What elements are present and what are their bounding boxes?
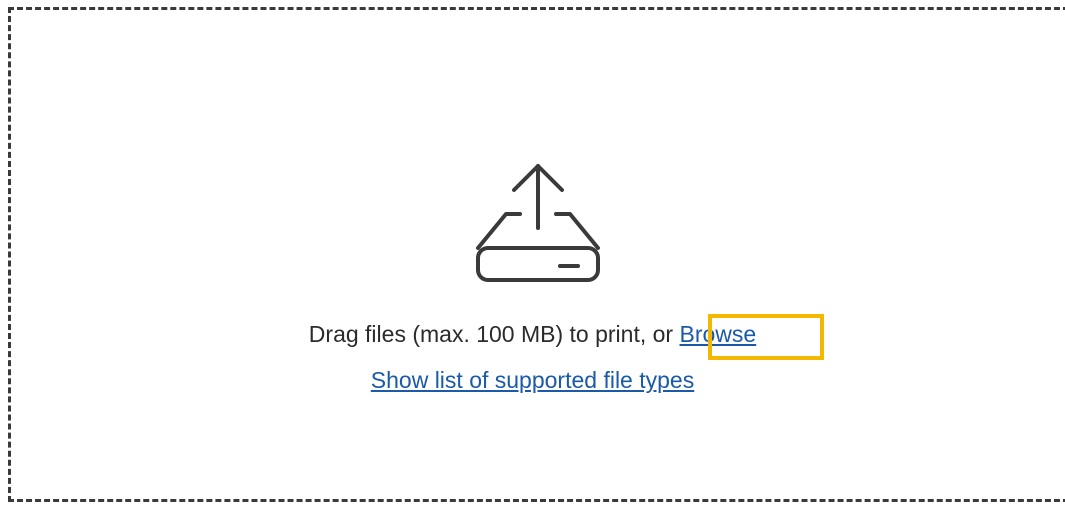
upload-tray-icon xyxy=(476,164,600,282)
instruction-text: Drag files (max. 100 MB) to print, or xyxy=(308,321,674,347)
supported-types-row: Show list of supported file types xyxy=(0,367,1065,394)
browse-link[interactable]: Browse xyxy=(679,321,756,347)
supported-file-types-link[interactable]: Show list of supported file types xyxy=(371,367,694,393)
drop-instruction: Drag files (max. 100 MB) to print, or Br… xyxy=(0,321,1065,348)
